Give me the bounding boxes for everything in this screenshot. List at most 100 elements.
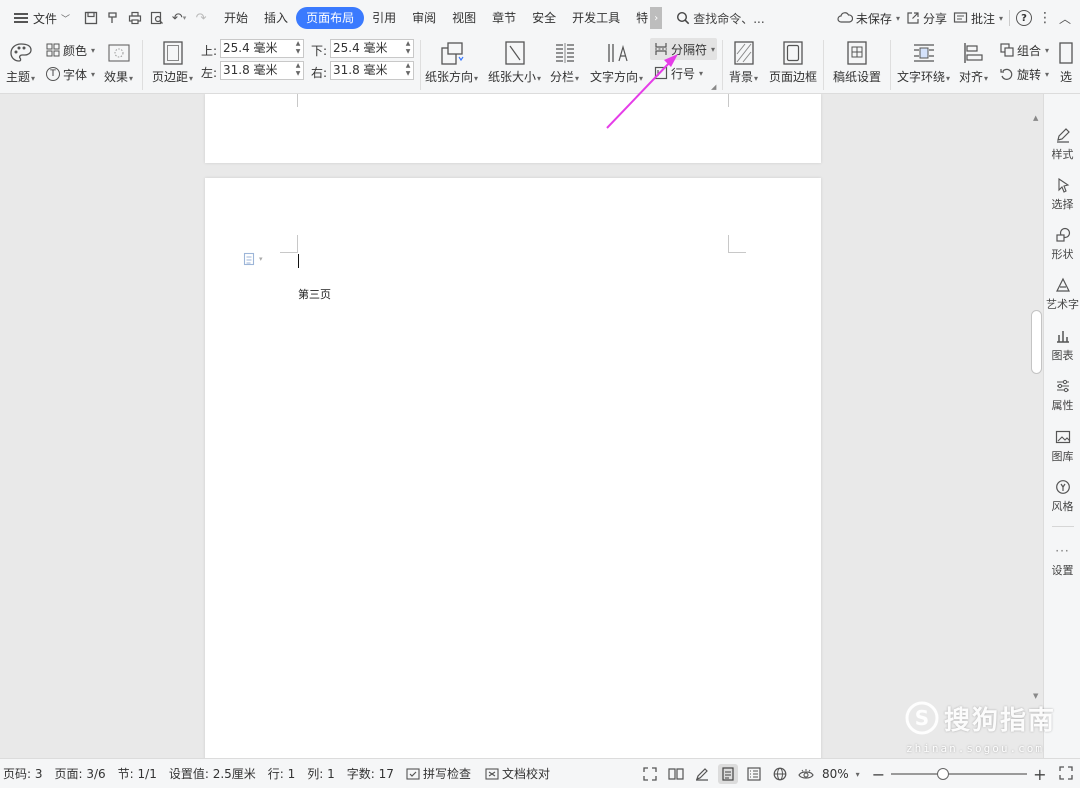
color-button[interactable]: 颜色 ▾ <box>46 40 95 60</box>
breaks-button[interactable]: 分隔符 ▾ <box>654 39 715 59</box>
web-view-icon[interactable] <box>770 764 790 784</box>
fullscreen-icon[interactable] <box>640 764 660 784</box>
sidepanel-chart[interactable]: 图表 <box>1044 327 1080 363</box>
spinner-arrows-icon[interactable]: ▲ ▼ <box>404 62 412 79</box>
select-pane-button[interactable]: 选 <box>1058 38 1074 85</box>
tab-insert[interactable]: 插入 <box>256 7 296 29</box>
tab-developer[interactable]: 开发工具 <box>564 7 628 29</box>
zoom-out-icon[interactable]: − <box>872 765 885 784</box>
tab-view[interactable]: 视图 <box>444 7 484 29</box>
chevron-down-icon[interactable]: ▾ <box>856 770 860 779</box>
print-icon[interactable] <box>124 7 146 29</box>
sidepanel-styles[interactable]: 样式 <box>1044 126 1080 162</box>
hamburger-icon <box>14 13 28 23</box>
status-row[interactable]: 行: 1 <box>268 765 296 782</box>
sidepanel-wordart[interactable]: 艺术字 <box>1044 276 1080 312</box>
command-search[interactable]: 查找命令、... <box>676 10 765 27</box>
reading-mode-icon[interactable] <box>666 764 686 784</box>
spinner-arrows-icon[interactable]: ▲ ▼ <box>294 40 302 57</box>
zoom-slider-knob[interactable] <box>936 768 949 780</box>
comment-button[interactable]: 批注 ▾ <box>953 10 1003 27</box>
page-view-icon[interactable] <box>718 764 738 784</box>
status-setting-value[interactable]: 设置值: 2.5厘米 <box>169 765 256 782</box>
document-area[interactable]: ▾ 第三页 <box>0 94 1043 758</box>
zoom-slider[interactable] <box>891 768 1028 780</box>
eye-protection-icon[interactable] <box>796 764 816 784</box>
sidepanel-style[interactable]: 风格 <box>1044 478 1080 514</box>
margins-button[interactable]: 页边距▾ <box>152 38 193 85</box>
status-page-count[interactable]: 页面: 3/6 <box>55 765 106 782</box>
columns-button[interactable]: 分栏▾ <box>550 38 579 85</box>
fit-window-icon[interactable] <box>1058 765 1073 783</box>
current-page[interactable]: ▾ 第三页 <box>205 178 821 758</box>
undo-icon[interactable]: ↶ ▾ <box>168 7 190 29</box>
line-numbers-button[interactable]: 行号 ▾ <box>654 63 703 83</box>
align-icon <box>963 43 983 63</box>
share-button[interactable]: 分享 <box>906 10 947 27</box>
theme-label: 主题 <box>6 70 31 84</box>
sidepanel-gallery[interactable]: 图库 <box>1044 428 1080 464</box>
left-margin-input[interactable]: 31.8 毫米 ▲ ▼ <box>220 61 304 80</box>
sidepanel-select[interactable]: 选择 <box>1044 176 1080 212</box>
spell-check-button[interactable]: 拼写检查 <box>406 765 471 782</box>
tab-chapter[interactable]: 章节 <box>484 7 524 29</box>
proofread-button[interactable]: 文档校对 <box>485 765 550 782</box>
zoom-level[interactable]: 80% <box>822 767 849 781</box>
effect-button[interactable]: 效果▾ <box>104 38 133 85</box>
write-mode-icon[interactable] <box>692 764 712 784</box>
status-word-count[interactable]: 字数: 17 <box>347 765 394 782</box>
manuscript-settings-button[interactable]: 稿纸设置 <box>833 38 881 85</box>
file-menu[interactable]: 文件 ﹀ <box>10 5 74 31</box>
status-page-number[interactable]: 页码: 3 <box>3 765 43 782</box>
status-column[interactable]: 列: 1 <box>307 765 335 782</box>
spinner-arrows-icon[interactable]: ▲ ▼ <box>404 40 412 57</box>
tab-security[interactable]: 安全 <box>524 7 564 29</box>
dialog-launcher-icon[interactable]: ◢ <box>711 83 716 91</box>
text-direction-button[interactable]: 文字方向▾ <box>590 38 643 85</box>
right-margin-input[interactable]: 31.8 毫米 ▲ ▼ <box>330 61 414 80</box>
zoom-in-icon[interactable]: + <box>1033 765 1046 784</box>
previous-page[interactable] <box>205 94 821 163</box>
align-button[interactable]: 对齐▾ <box>959 38 988 85</box>
spinner-arrows-icon[interactable]: ▲ ▼ <box>294 62 302 79</box>
format-painter-icon[interactable] <box>102 7 124 29</box>
save-icon[interactable] <box>80 7 102 29</box>
scrollbar-thumb[interactable] <box>1031 310 1042 374</box>
bottom-margin-input[interactable]: 25.4 毫米 ▲ ▼ <box>330 39 414 58</box>
background-button[interactable]: 背景▾ <box>729 38 758 85</box>
more-options-icon[interactable]: ⋮ <box>1038 10 1052 26</box>
top-margin-input[interactable]: 25.4 毫米 ▲ ▼ <box>220 39 304 58</box>
sidepanel-select-label: 选择 <box>1051 198 1074 211</box>
outline-view-icon[interactable] <box>744 764 764 784</box>
theme-button[interactable]: 主题▾ <box>6 38 35 85</box>
tab-review[interactable]: 审阅 <box>404 7 444 29</box>
page-border-button[interactable]: 页面边框 <box>769 38 817 85</box>
orientation-button[interactable]: 纸张方向▾ <box>425 38 478 85</box>
paragraph-layout-icon[interactable]: ▾ <box>243 252 263 266</box>
status-section[interactable]: 节: 1/1 <box>118 765 157 782</box>
collapse-ribbon-icon[interactable]: ︿ <box>1058 10 1072 27</box>
sidepanel-shapes[interactable]: 形状 <box>1044 226 1080 262</box>
paper-size-button[interactable]: 纸张大小▾ <box>488 38 541 85</box>
vertical-scrollbar[interactable] <box>1030 94 1043 758</box>
page-body-text[interactable]: 第三页 <box>298 286 331 302</box>
tab-scroll-right-icon[interactable]: › <box>650 7 663 29</box>
print-preview-icon[interactable] <box>146 7 168 29</box>
wrap-text-button[interactable]: 文字环绕▾ <box>897 38 950 85</box>
unsaved-button[interactable]: 未保存 ▾ <box>837 10 900 27</box>
chevron-down-icon: ▾ <box>699 68 704 78</box>
tab-home[interactable]: 开始 <box>216 7 256 29</box>
group-button[interactable]: 组合 ▾ <box>1000 40 1049 60</box>
tab-page-layout[interactable]: 页面布局 <box>296 7 365 29</box>
page-break-icon <box>655 43 667 55</box>
scroll-up-arrow-icon[interactable]: ▲ <box>1033 114 1038 122</box>
sidepanel-settings[interactable]: ··· 设置 <box>1044 542 1080 578</box>
columns-icon <box>555 43 574 63</box>
tab-special[interactable]: 特 <box>628 7 650 29</box>
font-theme-button[interactable]: T 字体 ▾ <box>46 64 95 84</box>
rotate-button[interactable]: 旋转 ▾ <box>1000 64 1049 84</box>
help-icon[interactable]: ? <box>1016 10 1032 26</box>
tab-references[interactable]: 引用 <box>364 7 404 29</box>
redo-icon[interactable]: ↷ <box>190 7 212 29</box>
sidepanel-properties[interactable]: 属性 <box>1044 377 1080 413</box>
